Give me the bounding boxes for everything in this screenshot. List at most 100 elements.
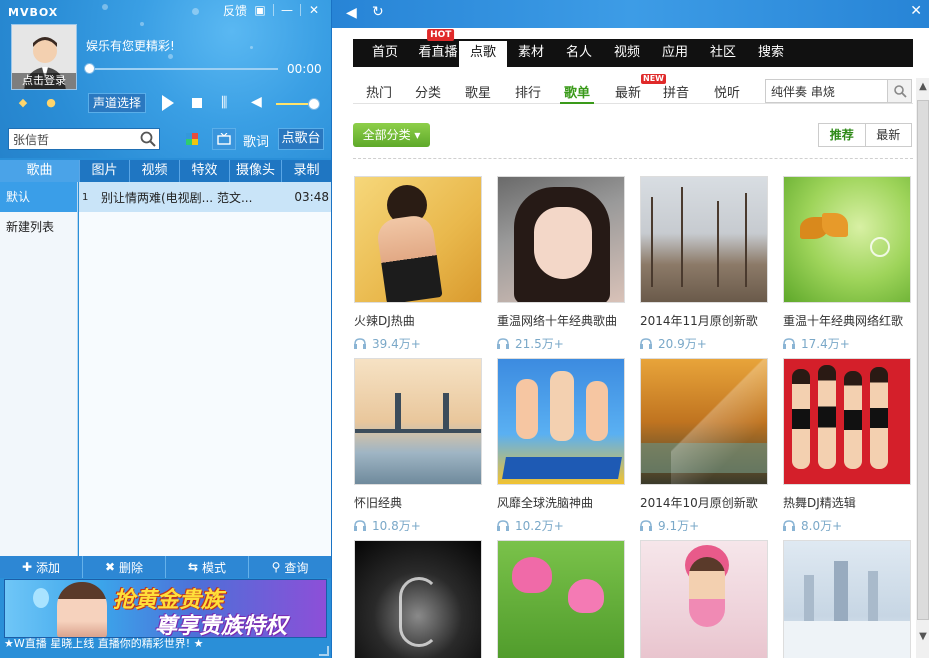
subnav-listen[interactable]: 悦听 xyxy=(714,82,740,101)
tv-button[interactable] xyxy=(212,128,236,150)
scroll-down-icon[interactable]: ▼ xyxy=(916,628,929,644)
playlist-title[interactable]: 重温十年经典网络红歌 xyxy=(783,312,911,329)
playlist-card[interactable]: 2014年11月原创新歌 20.9万+ xyxy=(640,176,768,352)
playlist-card[interactable]: 热舞DJ精选辑 8.0万+ xyxy=(783,358,911,534)
feedback-button[interactable]: 反馈 xyxy=(223,2,247,18)
nav-material[interactable]: 素材 xyxy=(507,39,555,67)
login-link[interactable]: 点击登录 xyxy=(12,73,76,89)
nav-search[interactable]: 搜索 xyxy=(747,39,795,67)
nav-video[interactable]: 视频 xyxy=(603,39,651,67)
nav-live[interactable]: 看直播 HOT xyxy=(417,29,459,67)
lyrics-button[interactable]: 歌词 xyxy=(243,131,269,150)
playlist-card[interactable]: 重温网络十年经典歌曲 21.5万+ xyxy=(497,176,625,352)
nav-celebrity[interactable]: 名人 xyxy=(555,39,603,67)
scroll-thumb[interactable] xyxy=(917,100,929,620)
equalizer-icon[interactable]: ⫼ xyxy=(221,95,227,111)
progress-bar[interactable] xyxy=(84,63,278,74)
tab-effects[interactable]: 特效 xyxy=(180,160,230,182)
playlist-thumbnail[interactable] xyxy=(497,358,625,485)
playlist-card[interactable]: 2014年10月原创新歌 9.1万+ xyxy=(640,358,768,534)
subnav-ranking[interactable]: 排行 xyxy=(515,82,541,101)
scroll-up-icon[interactable]: ▲ xyxy=(916,78,929,94)
close-icon[interactable]: ✕ xyxy=(303,2,325,18)
playlist-title[interactable]: 热舞DJ精选辑 xyxy=(783,494,911,511)
playlist-card[interactable]: 怀旧经典 10.8万+ xyxy=(354,358,482,534)
playlist-card[interactable] xyxy=(640,540,768,658)
tab-pictures[interactable]: 图片 xyxy=(80,160,130,182)
nav-request-song[interactable]: 点歌 xyxy=(459,39,507,67)
subnav-category[interactable]: 分类 xyxy=(415,82,441,101)
playlist-thumbnail[interactable] xyxy=(783,176,911,303)
back-icon[interactable]: ◀ xyxy=(346,5,357,21)
filter-search-button[interactable] xyxy=(887,80,911,102)
avatar[interactable]: 点击登录 xyxy=(11,24,77,90)
playlist-title[interactable]: 风靡全球洗脑神曲 xyxy=(497,494,625,511)
search-icon[interactable] xyxy=(139,130,157,148)
subnav-hot[interactable]: 热门 xyxy=(366,82,392,101)
user-icon[interactable]: ● xyxy=(44,95,58,109)
playlist-card[interactable] xyxy=(783,540,911,658)
song-search[interactable] xyxy=(8,128,160,150)
promo-banner[interactable]: 抢黄金贵族 尊享贵族特权 xyxy=(4,579,327,638)
playlist-card[interactable]: 火辣DJ热曲 39.4万+ xyxy=(354,176,482,352)
playlist-thumbnail[interactable] xyxy=(640,176,768,303)
playlist-thumbnail[interactable] xyxy=(783,358,911,485)
tab-record[interactable]: 录制 xyxy=(282,160,331,182)
delete-button[interactable]: ✖ 删除 xyxy=(83,556,166,578)
filter-search-input[interactable] xyxy=(766,80,886,102)
nav-community[interactable]: 社区 xyxy=(699,39,747,67)
nav-apps[interactable]: 应用 xyxy=(651,39,699,67)
request-song-button[interactable]: 点歌台 xyxy=(278,128,324,150)
add-button[interactable]: ✚ 添加 xyxy=(0,556,83,578)
subnav-latest[interactable]: 最新 NEW xyxy=(615,74,666,101)
playlist-card[interactable] xyxy=(354,540,482,658)
subnav-playlist[interactable]: 歌单 xyxy=(564,82,590,101)
playlist-new[interactable]: 新建列表 xyxy=(0,212,77,242)
playlist-title[interactable]: 2014年11月原创新歌 xyxy=(640,312,768,329)
playlist-thumbnail[interactable] xyxy=(354,540,482,658)
playlist-thumbnail[interactable] xyxy=(497,176,625,303)
mini-mode-icon[interactable]: ▣ xyxy=(249,2,271,18)
subnav-pinyin[interactable]: 拼音 xyxy=(663,82,689,101)
volume-knob[interactable] xyxy=(308,98,320,110)
progress-knob[interactable] xyxy=(84,63,95,74)
refresh-icon[interactable]: ↻ xyxy=(372,4,384,20)
resize-grip-icon[interactable] xyxy=(319,646,329,656)
playlist-title[interactable]: 怀旧经典 xyxy=(354,494,482,511)
channel-select-button[interactable]: 声道选择 xyxy=(88,93,147,113)
playlist-title[interactable]: 火辣DJ热曲 xyxy=(354,312,482,329)
tab-videos[interactable]: 视频 xyxy=(130,160,180,182)
playlist-card[interactable] xyxy=(497,540,625,658)
all-categories-dropdown[interactable]: 全部分类 ▾ xyxy=(353,123,430,147)
tab-camera[interactable]: 摄像头 xyxy=(230,160,282,182)
song-search-input[interactable] xyxy=(9,129,137,149)
filter-search[interactable] xyxy=(765,79,912,103)
playlist-thumbnail[interactable] xyxy=(354,358,482,485)
nav-home[interactable]: 首页 xyxy=(353,39,417,67)
playlist-card[interactable]: 风靡全球洗脑神曲 10.2万+ xyxy=(497,358,625,534)
tab-songs[interactable]: 歌曲 xyxy=(0,160,80,182)
query-button[interactable]: ⚲ 查询 xyxy=(249,556,331,578)
stop-icon[interactable] xyxy=(192,98,202,108)
playlist-card[interactable]: 重温十年经典网络红歌 17.4万+ xyxy=(783,176,911,352)
sort-recommended[interactable]: 推荐 xyxy=(819,124,866,146)
minimize-icon[interactable]: — xyxy=(276,2,298,18)
playlist-default[interactable]: 默认 xyxy=(0,182,77,212)
close-icon[interactable]: ✕ xyxy=(910,3,922,19)
playlist-title[interactable]: 2014年10月原创新歌 xyxy=(640,494,768,511)
diamond-icon[interactable]: ◆ xyxy=(16,95,30,109)
scrollbar[interactable]: ▲ ▼ xyxy=(916,78,929,658)
play-icon[interactable] xyxy=(162,95,174,111)
playlist-thumbnail[interactable] xyxy=(640,358,768,485)
playlist-thumbnail[interactable] xyxy=(497,540,625,658)
sort-latest[interactable]: 最新 xyxy=(865,124,911,146)
skin-icon[interactable] xyxy=(186,133,198,145)
mode-button[interactable]: ⇆ 模式 xyxy=(166,556,249,578)
subnav-singer[interactable]: 歌星 xyxy=(465,82,491,101)
volume-icon[interactable]: ◀ xyxy=(251,94,262,110)
playlist-thumbnail[interactable] xyxy=(640,540,768,658)
playlist-thumbnail[interactable] xyxy=(354,176,482,303)
playlist-title[interactable]: 重温网络十年经典歌曲 xyxy=(497,312,625,329)
playlist-thumbnail[interactable] xyxy=(783,540,911,658)
song-row[interactable]: 1 别让情两难(电视剧... 范文... 03:48 xyxy=(79,182,331,212)
